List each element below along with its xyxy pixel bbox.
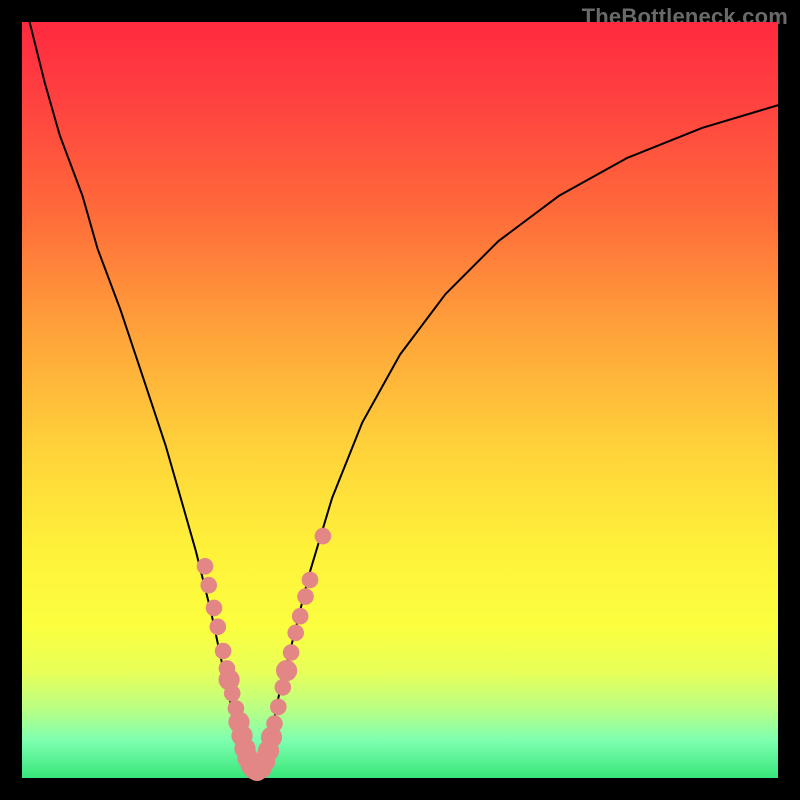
plot-area <box>22 22 778 778</box>
scatter-dot <box>302 572 319 589</box>
scatter-dot <box>275 679 292 696</box>
scatter-dot <box>270 699 287 716</box>
chart-stage: TheBottleneck.com <box>0 0 800 800</box>
chart-svg <box>22 22 778 778</box>
scatter-dot <box>315 528 332 545</box>
scatter-dot <box>200 577 217 594</box>
scatter-dot <box>215 643 232 660</box>
scatter-dot <box>276 660 297 681</box>
scatter-dot <box>266 715 283 732</box>
bottleneck-curve <box>30 22 778 770</box>
scatter-dot <box>197 558 214 575</box>
scatter-dot <box>283 644 300 661</box>
scatter-dot <box>287 625 304 642</box>
scatter-dot <box>297 588 314 605</box>
scatter-dot <box>210 619 227 636</box>
scatter-dot <box>206 600 223 617</box>
scatter-dot <box>224 685 241 702</box>
scatter-dot <box>292 608 309 625</box>
